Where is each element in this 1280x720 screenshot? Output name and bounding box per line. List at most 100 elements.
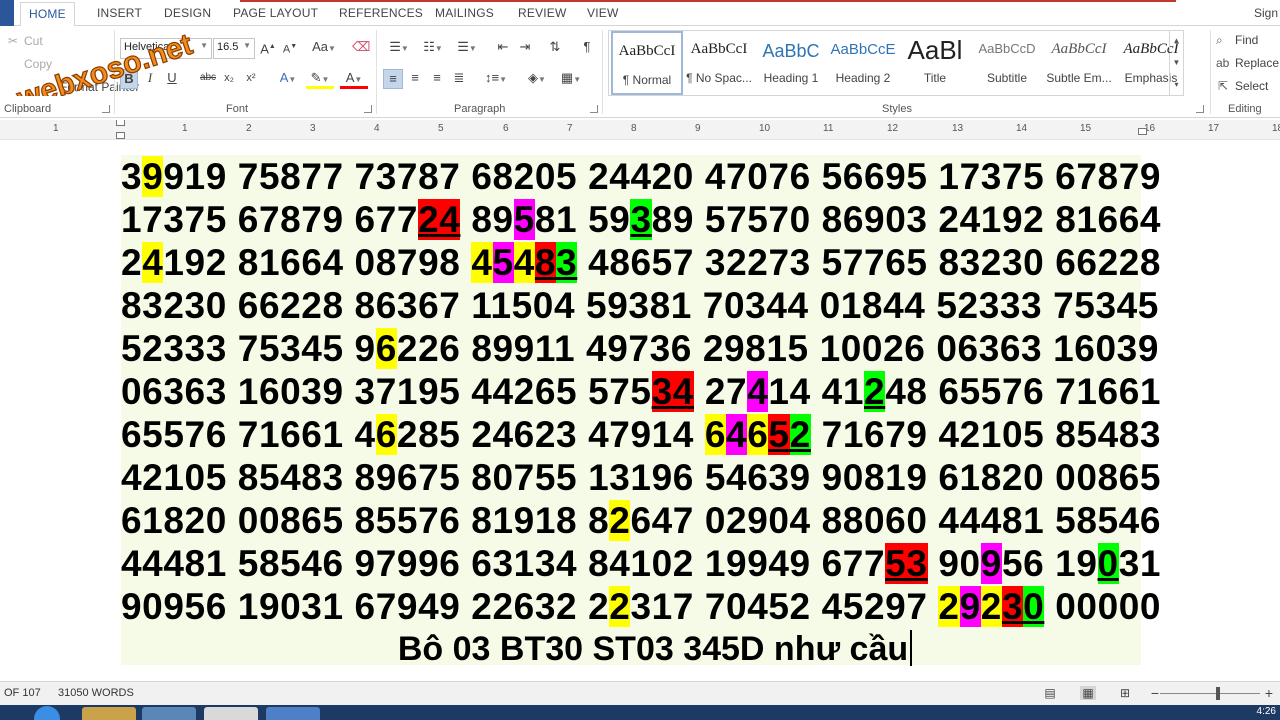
row-text: 65576 71661 4 [121, 414, 376, 455]
web-layout-icon[interactable]: ⊞ [1117, 686, 1133, 700]
font-group-label: Font [226, 103, 249, 115]
magenta-highlight: 5 [513, 199, 535, 240]
highlight-color-icon[interactable]: ✎▼ [306, 69, 334, 89]
read-mode-icon[interactable]: ▤ [1042, 686, 1058, 700]
number-row: 65576 71661 46285 24623 47914 64652 7167… [121, 413, 1161, 456]
tab-references[interactable]: REFERENCES [339, 6, 423, 20]
green-highlight: 3 [630, 199, 652, 240]
style-no-spacing[interactable]: AaBbCcI ¶ No Spac... [683, 31, 755, 95]
zoom-slider[interactable] [1160, 693, 1260, 694]
watermark-text: webxoso.net [12, 28, 196, 96]
taskbar-app-icon[interactable] [142, 707, 196, 720]
clipboard-group-label: Clipboard [4, 103, 52, 115]
font-color-icon[interactable]: A▼ [340, 69, 368, 89]
gallery-up-icon[interactable]: ▲ [1169, 31, 1183, 52]
row-text: 89 57570 86903 24192 81664 [651, 199, 1162, 240]
row-text: 3 [121, 156, 143, 197]
gallery-down-icon[interactable]: ▼ [1169, 53, 1183, 74]
yellow-highlight: 9 [142, 156, 164, 197]
text-cursor [910, 630, 913, 666]
row-text: 17375 67879 677 [121, 199, 419, 240]
style-heading-2[interactable]: AaBbCcE Heading 2 [827, 31, 899, 95]
sort-icon[interactable]: ⇅ [546, 38, 564, 58]
shading-icon[interactable]: ◈▼ [522, 69, 552, 89]
green-highlight: 0 [1097, 543, 1119, 584]
row-text: 89 [460, 199, 514, 240]
style-title[interactable]: AaBl Title [899, 31, 971, 95]
right-indent-marker[interactable] [1138, 128, 1147, 135]
replace-icon: ab [1216, 56, 1230, 70]
tab-mailings[interactable]: MAILINGS [435, 6, 494, 20]
tab-view[interactable]: VIEW [587, 6, 618, 20]
yellow-highlight: 6 [375, 328, 397, 369]
gallery-more-icon[interactable]: ▾ [1169, 75, 1183, 96]
word-icon[interactable] [266, 707, 320, 720]
word-count[interactable]: 31050 WORDS [58, 687, 134, 699]
status-bar: OF 107 31050 WORDS ▤ ▦ ⊞ − + [0, 681, 1280, 705]
title-accent-line [240, 0, 1176, 2]
clipboard-launcher-icon[interactable] [102, 105, 110, 113]
number-row: 42105 85483 89675 80755 13196 54639 9081… [121, 456, 1160, 499]
show-formatting-icon[interactable]: ¶ [578, 38, 596, 58]
bullets-icon[interactable]: ☰▼ [384, 38, 414, 58]
print-layout-icon[interactable]: ▦ [1080, 686, 1096, 700]
style-subtle-emphasis[interactable]: AaBbCcI Subtle Em... [1043, 31, 1115, 95]
replace-button[interactable]: Replace [1235, 56, 1279, 70]
shrink-font-icon[interactable]: A▼ [282, 38, 298, 58]
row-text: 14 41 [768, 371, 864, 412]
zoom-in-icon[interactable]: + [1261, 686, 1277, 700]
superscript-button[interactable]: x² [242, 69, 260, 89]
style-subtitle[interactable]: AaBbCcD Subtitle [971, 31, 1043, 95]
line-spacing-icon[interactable]: ↕≡▼ [480, 69, 512, 89]
zoom-slider-thumb[interactable] [1216, 687, 1220, 700]
grow-font-icon[interactable]: A▲ [260, 38, 276, 58]
find-button[interactable]: Find [1235, 33, 1258, 47]
decrease-indent-icon[interactable]: ⇤ [494, 38, 512, 58]
align-left-icon[interactable]: ≡ [383, 69, 403, 89]
clear-formatting-icon[interactable]: ⌫ [352, 38, 370, 58]
magenta-highlight: 4 [726, 414, 748, 455]
subscript-button[interactable]: x₂ [220, 69, 238, 89]
start-button-icon[interactable] [34, 706, 60, 720]
left-indent-marker[interactable] [116, 132, 125, 139]
first-line-indent-marker[interactable] [116, 120, 125, 126]
paragraph-launcher-icon[interactable] [590, 105, 598, 113]
borders-icon[interactable]: ▦▼ [556, 69, 586, 89]
styles-gallery: AaBbCcI ¶ Normal AaBbCcI ¶ No Spac... AaBb… [608, 30, 1184, 96]
multilevel-list-icon[interactable]: ☰▼ [452, 38, 482, 58]
row-text: 317 70452 45297 [630, 586, 939, 627]
horizontal-ruler[interactable]: 1123456789101112131415161718 [0, 120, 1280, 140]
select-button[interactable]: Select [1235, 79, 1268, 93]
change-case-icon[interactable]: Aa▼ [310, 38, 338, 58]
sign-in-link[interactable]: Sign [1254, 6, 1278, 20]
page-count[interactable]: OF 107 [4, 687, 41, 699]
ruler-number: 13 [952, 123, 964, 134]
style-normal[interactable]: AaBbCcI ¶ Normal [611, 31, 683, 95]
ruler-number: 14 [1016, 123, 1028, 134]
number-row: 06363 16039 37195 44265 57534 27414 4124… [121, 370, 1160, 413]
tab-page-layout[interactable]: PAGE LAYOUT [233, 6, 318, 20]
chrome-icon[interactable] [204, 707, 258, 720]
footer-line: Bô 03 BT30 ST03 345D như cầu [0, 628, 1280, 671]
green-highlight: 0 [1023, 586, 1045, 627]
tab-review[interactable]: REVIEW [518, 6, 567, 20]
row-text: 90956 19031 67949 22632 2 [121, 586, 610, 627]
increase-indent-icon[interactable]: ⇥ [516, 38, 534, 58]
styles-launcher-icon[interactable] [1196, 105, 1204, 113]
red-highlight: 53 [885, 543, 928, 584]
font-launcher-icon[interactable] [364, 105, 372, 113]
justify-icon[interactable]: ≣ [450, 69, 468, 89]
group-divider [602, 30, 603, 114]
text-effects-icon[interactable]: A▼ [276, 69, 300, 89]
numbering-icon[interactable]: ☷▼ [418, 38, 448, 58]
file-explorer-icon[interactable] [82, 707, 136, 720]
align-right-icon[interactable]: ≡ [428, 69, 446, 89]
document-canvas[interactable]: 39919 75877 73787 68205 24420 47076 5669… [0, 141, 1280, 681]
ruler-number: 8 [631, 123, 637, 134]
red-highlight: 8 [534, 242, 557, 283]
style-heading-1[interactable]: AaBbC Heading 1 [755, 31, 827, 95]
find-icon: ⌕ [1216, 33, 1223, 47]
align-center-icon[interactable]: ≡ [406, 69, 424, 89]
ruler-number: 5 [438, 123, 444, 134]
yellow-highlight: 2 [980, 586, 1002, 627]
